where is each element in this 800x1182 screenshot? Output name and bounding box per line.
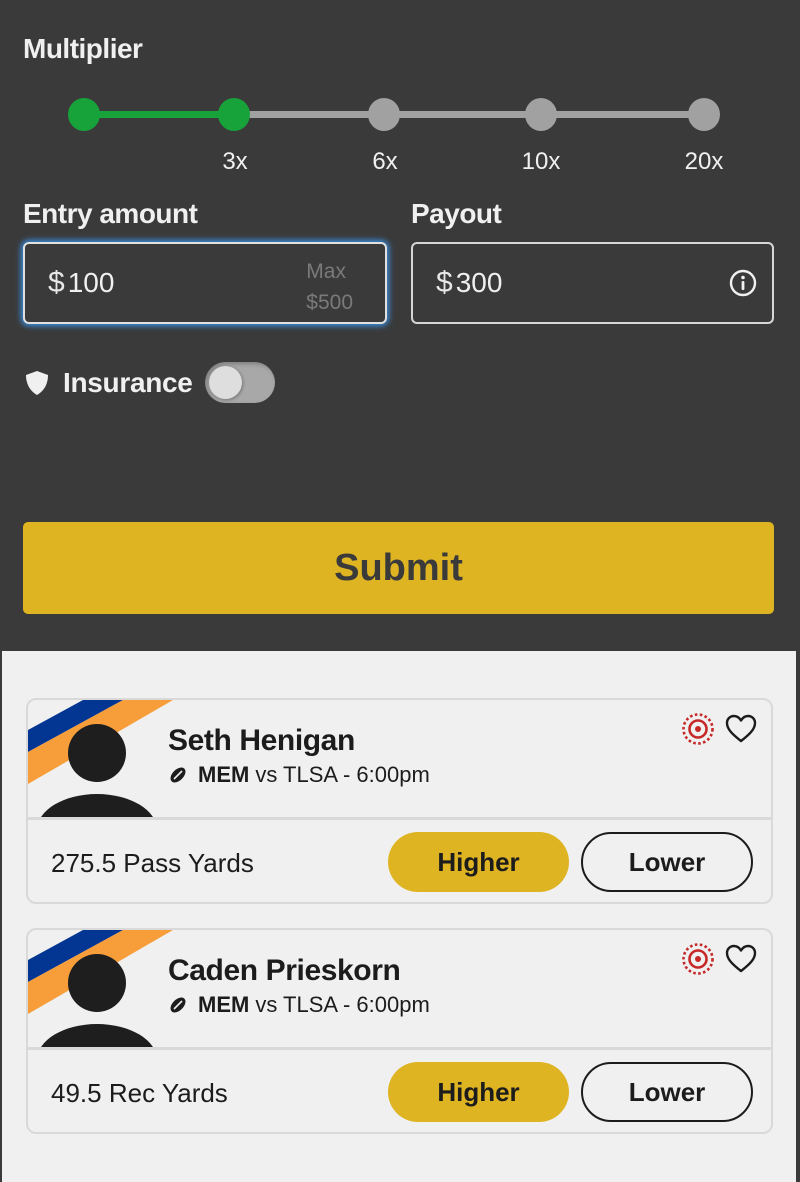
max-label: Max (306, 260, 346, 283)
higher-button[interactable]: Higher (388, 1062, 569, 1122)
matchup-info: MEM vs TLSA - 6:00pm (168, 762, 430, 788)
slider-stop-1x[interactable] (68, 98, 100, 131)
entry-panel: Multiplier 3x 6x 10x 20x Entry amount Pa… (0, 0, 796, 651)
heart-icon[interactable] (725, 944, 757, 974)
slider-track-fill (84, 111, 234, 118)
max-entry-hint: Max $500 (306, 256, 353, 318)
stat-line: 275.5 Pass Yards (51, 848, 254, 878)
picks-list: Seth Henigan MEM vs TLSA - 6:00pm 275.5 … (2, 651, 796, 1182)
slider-stop-6x[interactable] (368, 98, 400, 131)
target-icon[interactable] (681, 712, 715, 746)
entry-amount-field[interactable]: $ Max $500 (23, 242, 387, 324)
card-divider (28, 817, 771, 820)
slider-stop-20x[interactable] (688, 98, 720, 131)
target-icon[interactable] (681, 942, 715, 976)
currency-symbol: $ (48, 266, 65, 299)
heart-icon[interactable] (725, 714, 757, 744)
player-name: Caden Prieskorn (168, 954, 401, 987)
slider-label-3x: 3x (222, 148, 248, 175)
player-avatar (28, 700, 173, 817)
pick-card: Seth Henigan MEM vs TLSA - 6:00pm 275.5 … (26, 698, 773, 904)
football-icon (170, 997, 186, 1013)
lower-button[interactable]: Lower (581, 1062, 753, 1122)
entry-amount-input[interactable] (67, 267, 218, 299)
multiplier-slider[interactable] (68, 98, 722, 132)
multiplier-title: Multiplier (23, 33, 143, 64)
pick-card-header: Seth Henigan MEM vs TLSA - 6:00pm (28, 700, 771, 817)
submit-button[interactable]: Submit (23, 522, 774, 614)
slider-label-6x: 6x (372, 148, 398, 175)
shield-icon (26, 370, 48, 395)
toggle-knob (208, 366, 242, 399)
currency-symbol: $ (436, 266, 453, 299)
player-avatar (28, 930, 173, 1047)
team-abbr: MEM (198, 992, 250, 1017)
slider-label-20x: 20x (684, 148, 724, 175)
football-icon (170, 767, 186, 783)
pick-card: Caden Prieskorn MEM vs TLSA - 6:00pm 49.… (26, 928, 773, 1134)
payout-value (455, 267, 606, 299)
slider-stop-3x[interactable] (218, 98, 250, 131)
matchup-text: vs TLSA - 6:00pm (255, 762, 430, 787)
pick-card-header: Caden Prieskorn MEM vs TLSA - 6:00pm (28, 930, 771, 1047)
team-abbr: MEM (198, 762, 250, 787)
lower-button[interactable]: Lower (581, 832, 753, 892)
window-edge (796, 0, 800, 1182)
max-value: $500 (306, 291, 353, 314)
insurance-toggle[interactable] (204, 362, 275, 403)
matchup-info: MEM vs TLSA - 6:00pm (168, 992, 430, 1018)
insurance-label: Insurance (63, 366, 193, 398)
slider-stop-10x[interactable] (525, 98, 557, 131)
higher-button[interactable]: Higher (388, 832, 569, 892)
matchup-text: vs TLSA - 6:00pm (255, 992, 430, 1017)
info-icon[interactable] (728, 268, 758, 298)
stat-line: 49.5 Rec Yards (51, 1078, 228, 1108)
card-divider (28, 1047, 771, 1050)
entry-amount-label: Entry amount (23, 198, 198, 229)
insurance-row: Insurance (23, 362, 275, 403)
slider-label-10x: 10x (521, 148, 561, 175)
player-name: Seth Henigan (168, 724, 355, 757)
payout-field: $ (411, 242, 774, 324)
payout-label: Payout (411, 198, 502, 229)
